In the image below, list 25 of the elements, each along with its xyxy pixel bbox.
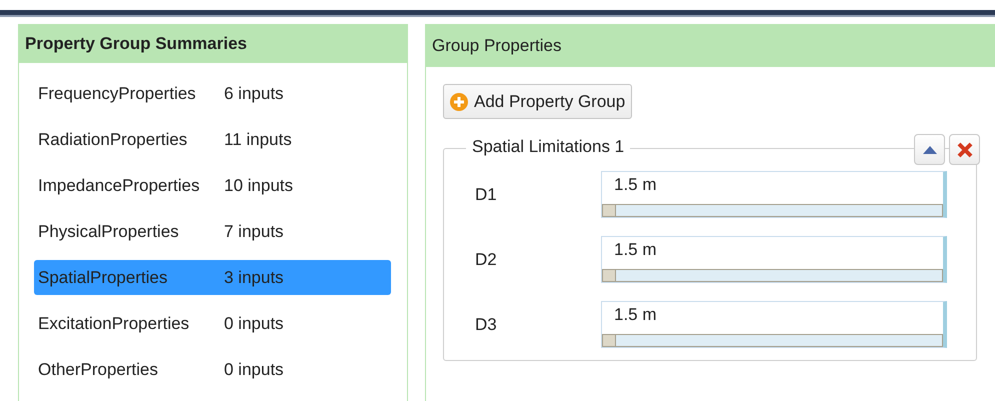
list-item[interactable]: ImpedanceProperties 10 inputs <box>34 168 391 203</box>
field-label: D2 <box>474 250 498 270</box>
list-item[interactable]: RadiationProperties 11 inputs <box>34 122 391 157</box>
field-label: D1 <box>474 184 498 204</box>
input-field[interactable]: 1.5 m <box>601 236 947 283</box>
close-button[interactable] <box>949 134 980 165</box>
scrollbar[interactable] <box>602 334 943 347</box>
up-triangle-icon <box>922 146 936 154</box>
list-item[interactable]: PhysicalProperties 7 inputs <box>34 214 391 249</box>
scrollbar[interactable] <box>602 204 943 217</box>
panel-title: Group Properties <box>432 36 562 56</box>
panel-title: Property Group Summaries <box>25 34 248 54</box>
list-item[interactable]: ExcitationProperties 0 inputs <box>34 306 391 341</box>
add-property-group-button[interactable]: Add Property Group <box>443 84 632 119</box>
field-label: D3 <box>474 314 498 334</box>
move-up-button[interactable] <box>914 134 945 165</box>
close-icon <box>956 142 972 158</box>
group-title: Spatial Limitations 1 <box>466 137 630 157</box>
add-icon <box>450 92 468 110</box>
input-field[interactable]: 1.5 m <box>601 171 947 218</box>
scrollbar[interactable] <box>602 269 943 282</box>
input-field[interactable]: 1.5 m <box>601 301 947 348</box>
list-item[interactable]: SpatialProperties 3 inputs <box>34 260 391 295</box>
list-item[interactable]: FrequencyProperties 6 inputs <box>34 76 391 111</box>
list-item[interactable]: OtherProperties 0 inputs <box>34 352 391 387</box>
